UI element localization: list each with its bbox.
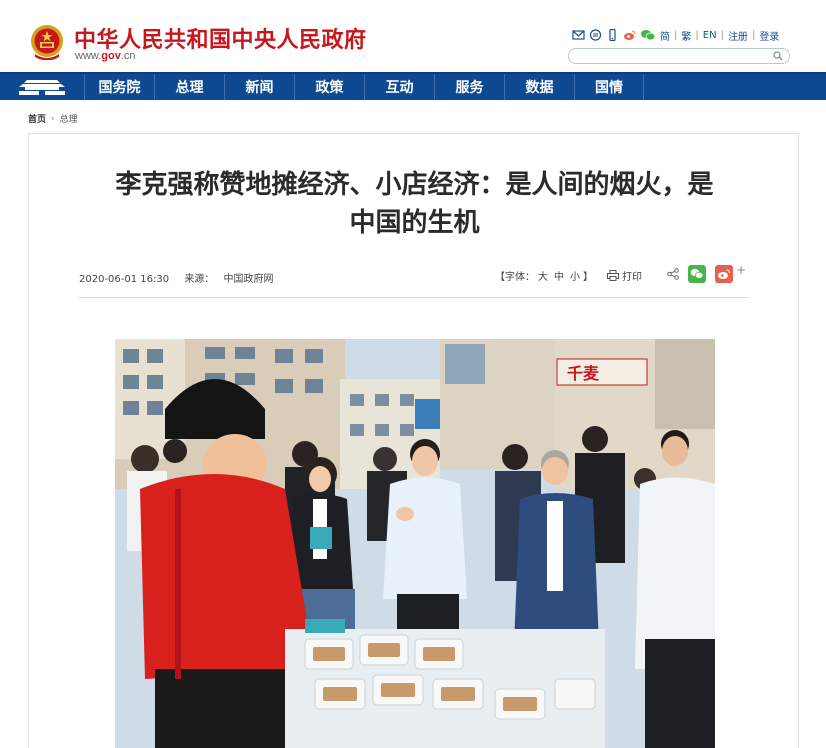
wechat-icon [690, 268, 704, 279]
nav-home-button[interactable] [0, 74, 84, 100]
weibo-icon [718, 269, 731, 279]
article-title-line1: 李克强称赞地摊经济、小店经济：是人间的烟火，是 [115, 170, 714, 200]
font-size-medium-button[interactable]: 中 [554, 268, 564, 283]
top-links: 简 | 繁 | EN | 注册 | 登录 [572, 28, 779, 43]
english-link[interactable]: EN [703, 30, 717, 41]
article-photo-image: 千麦 [115, 339, 715, 748]
nav-item-news[interactable]: 新闻 [224, 74, 294, 100]
share-icon[interactable] [667, 268, 679, 280]
nav-item-services[interactable]: 服务 [434, 74, 504, 100]
font-size-small-button[interactable]: 小 [570, 268, 580, 283]
article-title: 李克强称赞地摊经济、小店经济：是人间的烟火，是 中国的生机 [29, 166, 800, 242]
site-header: 中华人民共和国中央人民政府 www.gov.cn 简 | 繁 | EN | 注册… [0, 0, 826, 72]
nav-item-policy[interactable]: 政策 [294, 74, 364, 100]
search-icon[interactable] [773, 51, 783, 61]
source-name: 中国政府网 [223, 274, 274, 285]
nav-item-interaction[interactable]: 互动 [364, 74, 434, 100]
share-wechat-button[interactable] [688, 265, 706, 283]
breadcrumb-current-link[interactable]: 总理 [60, 112, 78, 125]
font-size-large-button[interactable]: 大 [538, 268, 548, 283]
tiananmen-icon [19, 80, 65, 95]
article-tools: 【字体： 大 中 小 】 打印 [495, 268, 642, 283]
nav-item-national-info[interactable]: 国情 [574, 74, 644, 100]
separator: | [720, 29, 724, 41]
font-size-label: 【字体： [495, 272, 535, 283]
mobile-icon[interactable] [606, 29, 619, 41]
message-icon[interactable] [589, 29, 602, 41]
main-nav: 国务院 总理 新闻 政策 互动 服务 数据 国情 [0, 72, 826, 100]
article-photo: 千麦 [115, 339, 715, 748]
site-domain: www.gov.cn [75, 50, 136, 62]
source-label: 来源： [184, 274, 215, 285]
nav-item-premier[interactable]: 总理 [154, 74, 224, 100]
simplified-chinese-link[interactable]: 简 [660, 28, 670, 43]
search-box [568, 48, 790, 64]
domain-gov: gov [101, 50, 121, 62]
print-button[interactable]: 打印 [607, 268, 642, 283]
share-bar: + [667, 263, 746, 283]
article-meta: 2020-06-01 16:30 来源： 中国政府网 [79, 270, 274, 285]
traditional-chinese-link[interactable]: 繁 [681, 28, 691, 43]
font-size-close-bracket: 】 [583, 272, 593, 283]
nav-item-data[interactable]: 数据 [504, 74, 574, 100]
weibo-icon[interactable] [623, 29, 636, 41]
national-emblem-icon[interactable] [30, 24, 64, 60]
domain-suffix: .cn [120, 50, 136, 62]
article-container: 李克强称赞地摊经济、小店经济：是人间的烟火，是 中国的生机 2020-06-01… [28, 133, 799, 748]
share-weibo-button[interactable] [715, 265, 733, 283]
shop-sign-text: 千麦 [567, 364, 600, 383]
separator: | [695, 29, 699, 41]
divider [79, 297, 749, 298]
publish-date: 2020-06-01 16:30 [79, 274, 170, 285]
chevron-right-icon: › [51, 113, 55, 124]
nav-item-state-council[interactable]: 国务院 [84, 74, 154, 100]
separator: | [751, 29, 756, 41]
wechat-icon[interactable] [640, 29, 656, 41]
separator: | [674, 29, 678, 41]
article-title-line2: 中国的生机 [349, 208, 480, 238]
printer-icon [607, 270, 619, 281]
register-link[interactable]: 注册 [728, 28, 748, 43]
search-input[interactable] [577, 50, 767, 62]
mail-icon[interactable] [572, 29, 585, 41]
login-link[interactable]: 登录 [759, 28, 779, 43]
domain-prefix: www. [75, 50, 102, 62]
more-share-button[interactable]: + [736, 263, 746, 277]
print-label: 打印 [622, 272, 642, 283]
breadcrumb-home-link[interactable]: 首页 [28, 112, 46, 125]
breadcrumb: 首页 › 总理 [28, 112, 78, 126]
